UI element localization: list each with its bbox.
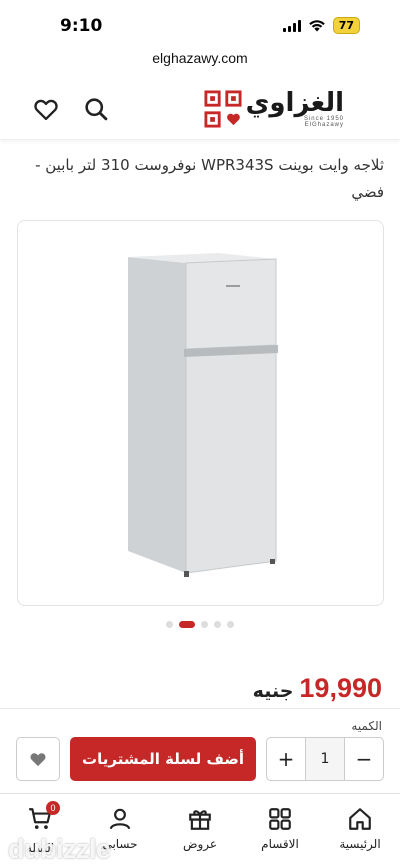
gift-icon [189, 810, 211, 830]
quantity-stepper: + 1 − [266, 737, 384, 781]
nav-offers-label: عروض [182, 837, 218, 851]
cart-count-badge: 0 [46, 801, 60, 815]
site-logo[interactable]: الغزاوي Since 1950 ElGhazawy [204, 86, 344, 132]
pagination-dot[interactable] [201, 621, 208, 628]
user-icon [109, 808, 131, 830]
decrement-button[interactable]: − [345, 738, 383, 780]
product-title: ثلاجه وايت بوينت WPR343S نوفروست 310 لتر… [35, 156, 384, 201]
status-indicators: 77 [282, 17, 360, 34]
add-to-cart-button[interactable]: أضف لسلة المشتريات [70, 737, 256, 781]
logo-mark-icon [204, 90, 242, 128]
pagination-dot[interactable] [227, 621, 234, 628]
pagination-dot[interactable] [166, 621, 173, 628]
heart-icon [30, 753, 46, 767]
nav-categories[interactable]: الاقسام [240, 794, 320, 866]
price-value: 19,990 [299, 673, 382, 703]
quantity-input[interactable]: 1 [305, 738, 345, 780]
watermark: dubizzle [8, 834, 111, 864]
home-icon [349, 808, 371, 830]
purchase-bar: الكميه + 1 − أضف لسلة المشتريات [0, 708, 400, 790]
product-image-card[interactable] [17, 220, 384, 606]
logo-text: الغزاوي Since 1950 ElGhazawy [246, 90, 344, 128]
price-currency: جنيه [252, 680, 294, 702]
nav-categories-label: الاقسام [261, 837, 299, 851]
pagination-dot[interactable] [214, 621, 221, 628]
grid-icon [269, 808, 291, 830]
pagination-dot[interactable] [179, 621, 195, 628]
quantity-label: الكميه [351, 719, 382, 733]
product-image [128, 253, 278, 577]
site-header: الغزاوي Since 1950 ElGhazawy [0, 76, 400, 140]
logo-latin: ElGhazawy [304, 122, 344, 128]
increment-button[interactable]: + [267, 738, 305, 780]
add-to-wishlist-button[interactable] [16, 737, 60, 781]
wishlist-heart-icon[interactable] [32, 95, 60, 123]
nav-home-label: الرئيسية [339, 837, 381, 851]
signal-icon [282, 19, 301, 32]
price-block: 19,990 جنيه [253, 673, 382, 704]
image-pagination[interactable] [0, 621, 400, 628]
status-time: 9:10 [60, 16, 103, 36]
logo-arabic: الغزاوي [245, 88, 344, 118]
nav-offers[interactable]: عروض [160, 794, 240, 866]
wifi-icon [308, 20, 325, 32]
search-icon[interactable] [82, 95, 110, 123]
url-bar[interactable]: elghazawy.com [0, 50, 400, 76]
battery-indicator: 77 [332, 17, 360, 34]
status-bar: 9:10 77 [0, 0, 400, 50]
nav-home[interactable]: الرئيسية [320, 794, 400, 866]
